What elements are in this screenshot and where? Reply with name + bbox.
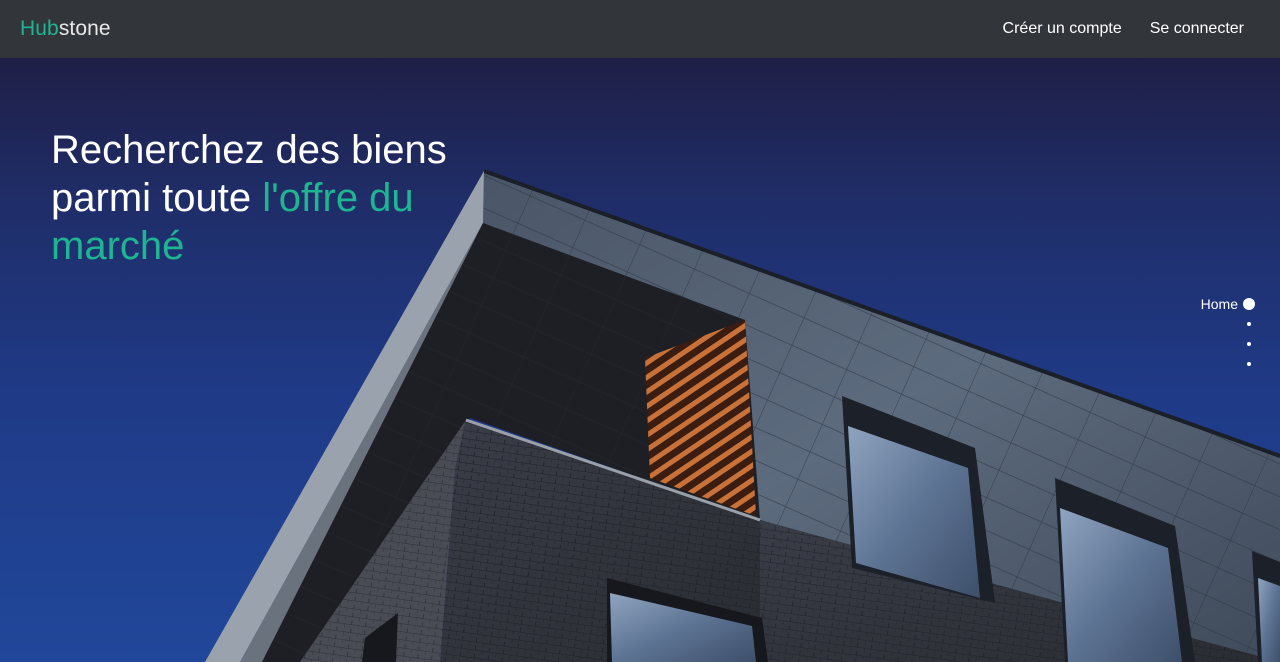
nav-links: Créer un compte Se connecter [1003,19,1244,39]
section-dot-home[interactable]: Home [1201,294,1255,314]
top-navbar: Hubstone Créer un compte Se connecter [0,0,1280,58]
sign-in-link[interactable]: Se connecter [1150,19,1244,39]
section-dot-2[interactable] [1243,314,1255,334]
brand-logo[interactable]: Hubstone [20,17,111,41]
dot-icon [1247,362,1251,366]
dot-icon [1247,342,1251,346]
section-dot-3[interactable] [1243,334,1255,354]
brand-accent: Hub [20,17,59,40]
create-account-link[interactable]: Créer un compte [1003,19,1122,39]
brand-rest: stone [58,17,111,40]
section-dot-label: Home [1200,296,1238,312]
section-dot-navigation: Home [1201,294,1255,374]
active-dot-icon [1243,298,1255,310]
hero-section: Recherchez des biens parmi toute l'offre… [0,58,1280,662]
dot-icon [1247,322,1251,326]
hero-headline: Recherchez des biens parmi toute l'offre… [51,126,491,270]
section-dot-4[interactable] [1243,354,1255,374]
